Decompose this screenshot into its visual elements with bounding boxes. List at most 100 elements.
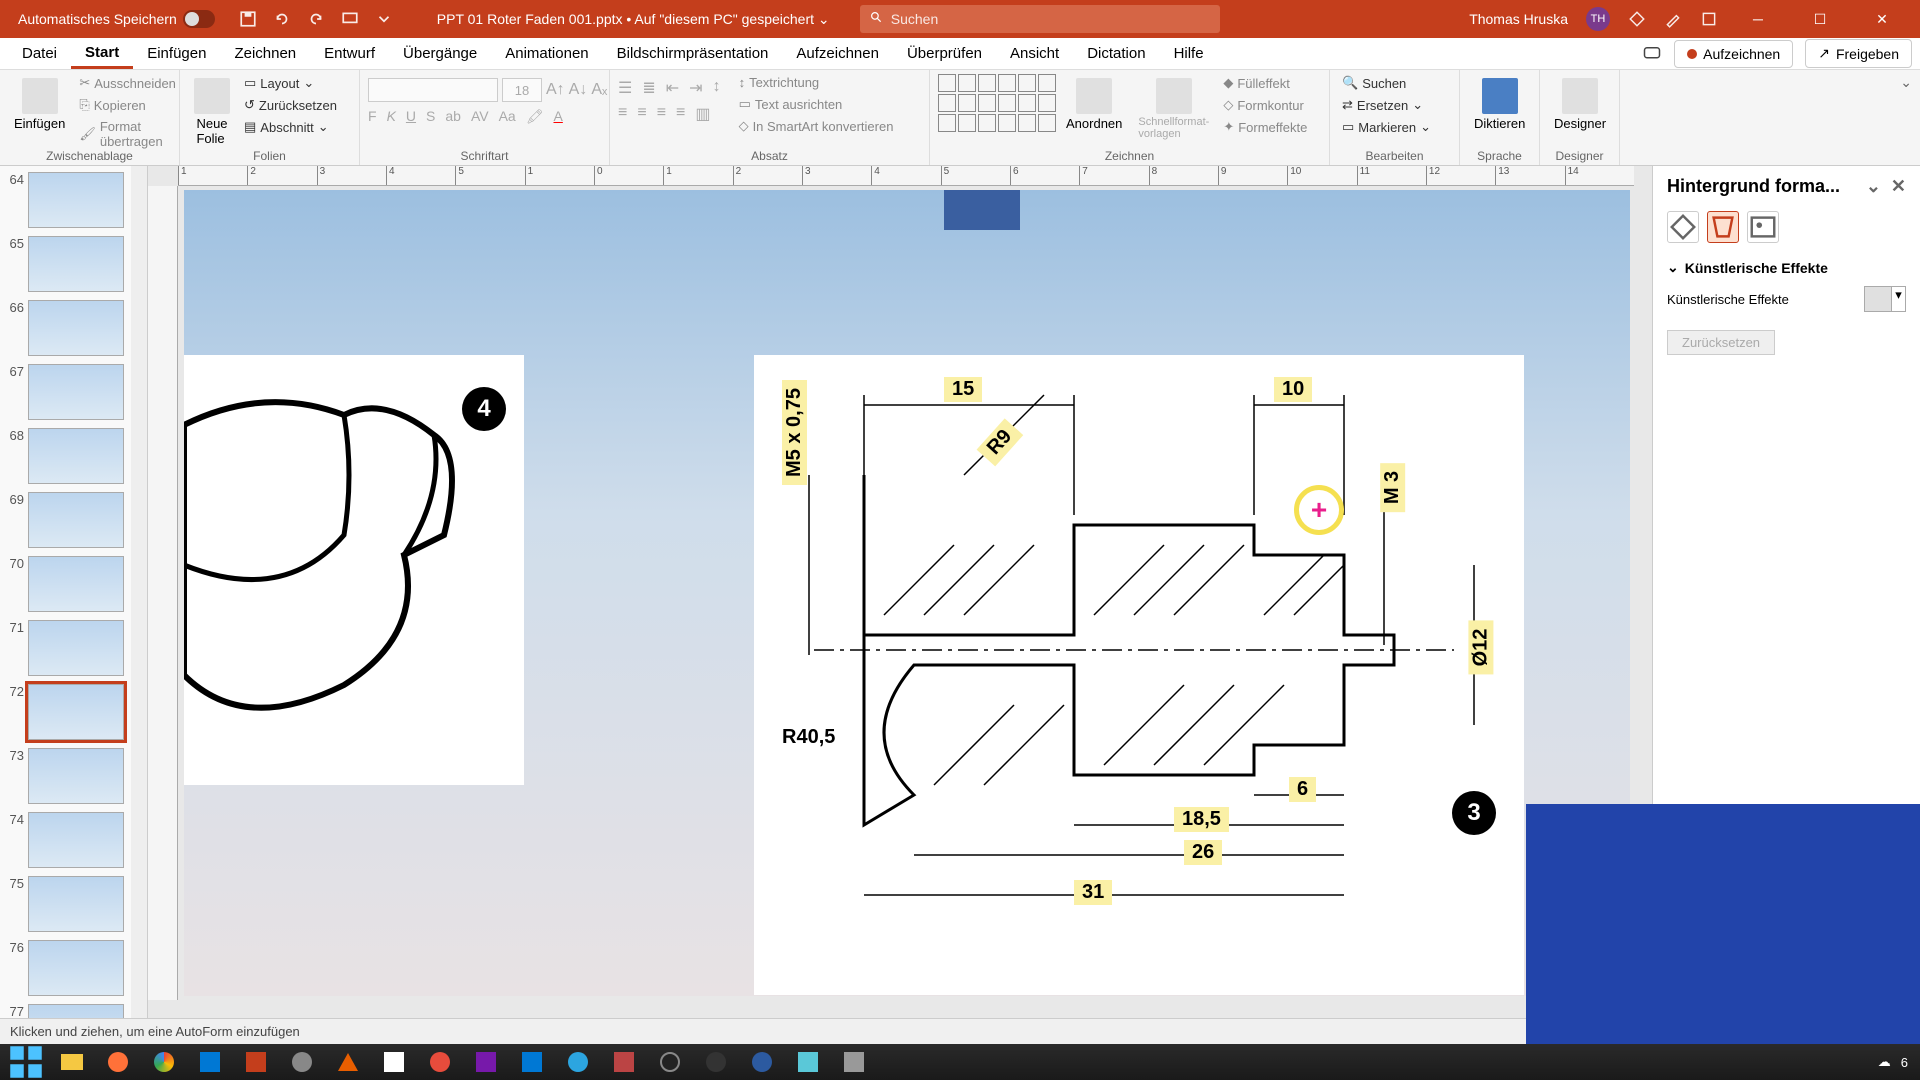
pane-options-icon[interactable]: ⌄ bbox=[1866, 176, 1881, 197]
vlc-icon[interactable] bbox=[326, 1044, 370, 1080]
app-icon-3[interactable] bbox=[418, 1044, 462, 1080]
replace-button[interactable]: ⇄Ersetzen ⌄ bbox=[1338, 96, 1435, 114]
paste-button[interactable]: Einfügen bbox=[8, 74, 71, 135]
aufzeichnen-button[interactable]: Aufzeichnen bbox=[1674, 40, 1793, 68]
slide-thumbnails-panel[interactable]: 6465666768697071727374757677 bbox=[0, 166, 148, 1018]
tab-uebergaenge[interactable]: Übergänge bbox=[389, 38, 491, 69]
slide-thumb-68[interactable] bbox=[28, 428, 124, 484]
dictate-button[interactable]: Diktieren bbox=[1468, 74, 1531, 135]
diamond-icon[interactable] bbox=[1628, 10, 1646, 28]
minimize-button[interactable]: ─ bbox=[1736, 11, 1780, 27]
save-icon[interactable] bbox=[239, 10, 257, 28]
app-icon-7[interactable] bbox=[786, 1044, 830, 1080]
fill-tab-icon[interactable] bbox=[1667, 211, 1699, 243]
slide-thumb-77[interactable] bbox=[28, 1004, 124, 1018]
section-button[interactable]: ▤Abschnitt ⌄ bbox=[240, 118, 341, 136]
effects-section-header[interactable]: ⌄Künstlerische Effekte bbox=[1667, 259, 1906, 276]
onenote-icon[interactable] bbox=[464, 1044, 508, 1080]
slide-thumb-73[interactable] bbox=[28, 748, 124, 804]
search-input[interactable] bbox=[891, 11, 1210, 27]
effects-tab-icon[interactable] bbox=[1707, 211, 1739, 243]
image-part-4[interactable]: 4 bbox=[184, 355, 524, 785]
app-icon-4[interactable] bbox=[602, 1044, 646, 1080]
maximize-button[interactable]: ☐ bbox=[1798, 11, 1842, 28]
tab-animationen[interactable]: Animationen bbox=[491, 38, 602, 69]
layout-button[interactable]: ▭Layout ⌄ bbox=[240, 74, 341, 92]
autosave-toggle[interactable]: Automatisches Speichern bbox=[8, 10, 225, 28]
slide-thumb-65[interactable] bbox=[28, 236, 124, 292]
temperature[interactable]: 6 bbox=[1901, 1055, 1908, 1070]
outlook-icon[interactable] bbox=[188, 1044, 232, 1080]
slide-thumb-69[interactable] bbox=[28, 492, 124, 548]
app-icon-6[interactable] bbox=[740, 1044, 784, 1080]
tab-entwurf[interactable]: Entwurf bbox=[310, 38, 389, 69]
slide-thumb-76[interactable] bbox=[28, 940, 124, 996]
slide-thumb-67[interactable] bbox=[28, 364, 124, 420]
designer-button[interactable]: Designer bbox=[1548, 74, 1612, 135]
find-button[interactable]: 🔍Suchen bbox=[1338, 74, 1435, 92]
thumbs-scrollbar[interactable] bbox=[131, 166, 147, 1018]
tab-start[interactable]: Start bbox=[71, 38, 133, 69]
picture-tab-icon[interactable] bbox=[1747, 211, 1779, 243]
chrome-icon[interactable] bbox=[142, 1044, 186, 1080]
arrange-button[interactable]: Anordnen bbox=[1060, 74, 1128, 135]
user-name[interactable]: Thomas Hruska bbox=[1469, 11, 1568, 27]
toggle-switch[interactable] bbox=[183, 10, 215, 28]
slide-thumb-70[interactable] bbox=[28, 556, 124, 612]
tab-bildschirm[interactable]: Bildschirmpräsentation bbox=[603, 38, 783, 69]
tab-dictation[interactable]: Dictation bbox=[1073, 38, 1159, 69]
telegram-icon[interactable] bbox=[556, 1044, 600, 1080]
close-button[interactable]: ✕ bbox=[1860, 11, 1904, 28]
redo-icon[interactable] bbox=[307, 10, 325, 28]
slide-thumb-71[interactable] bbox=[28, 620, 124, 676]
webcam-overlay bbox=[1526, 804, 1920, 1044]
increase-font-icon: A↑ bbox=[546, 81, 565, 99]
select-button[interactable]: ▭Markieren ⌄ bbox=[1338, 118, 1435, 136]
app-icon-1[interactable] bbox=[280, 1044, 324, 1080]
tab-hilfe[interactable]: Hilfe bbox=[1160, 38, 1218, 69]
app-icon-2[interactable] bbox=[372, 1044, 416, 1080]
slide-thumb-75[interactable] bbox=[28, 876, 124, 932]
tab-zeichnen[interactable]: Zeichnen bbox=[220, 38, 310, 69]
pane-close-icon[interactable]: ✕ bbox=[1891, 176, 1906, 197]
collapse-ribbon-icon[interactable]: ⌄ bbox=[1892, 70, 1920, 165]
powerpoint-icon[interactable] bbox=[234, 1044, 278, 1080]
more-icon[interactable] bbox=[375, 10, 393, 28]
undo-icon[interactable] bbox=[273, 10, 291, 28]
obs-icon[interactable] bbox=[648, 1044, 692, 1080]
shapes-gallery[interactable] bbox=[938, 74, 1056, 132]
pen-icon[interactable] bbox=[1664, 10, 1682, 28]
vscode-icon[interactable] bbox=[510, 1044, 554, 1080]
reset-icon: ↺ bbox=[244, 97, 255, 113]
slide-thumb-74[interactable] bbox=[28, 812, 124, 868]
slide-thumb-64[interactable] bbox=[28, 172, 124, 228]
user-avatar[interactable]: TH bbox=[1586, 7, 1610, 31]
slide-canvas[interactable]: 12345101234567891011121314 4 bbox=[148, 166, 1652, 1018]
reset-button[interactable]: ↺Zurücksetzen bbox=[240, 96, 341, 114]
start-button[interactable] bbox=[4, 1044, 48, 1080]
slide[interactable]: 4 bbox=[184, 190, 1630, 996]
tab-einfuegen[interactable]: Einfügen bbox=[133, 38, 220, 69]
effects-dropdown[interactable]: ▾ bbox=[1864, 286, 1906, 312]
search-box[interactable] bbox=[860, 5, 1220, 33]
app-icon-8[interactable] bbox=[832, 1044, 876, 1080]
present-icon[interactable] bbox=[341, 10, 359, 28]
tab-aufzeichnen[interactable]: Aufzeichnen bbox=[782, 38, 893, 69]
tab-ueberpruefen[interactable]: Überprüfen bbox=[893, 38, 996, 69]
quickstyles-button[interactable]: Schnellformat- vorlagen bbox=[1132, 74, 1215, 144]
blue-rectangle-shape[interactable] bbox=[944, 190, 1020, 230]
slide-thumb-72[interactable] bbox=[28, 684, 124, 740]
freigeben-button[interactable]: ↗Freigeben bbox=[1805, 39, 1912, 68]
tab-ansicht[interactable]: Ansicht bbox=[996, 38, 1073, 69]
comments-icon[interactable] bbox=[1642, 44, 1662, 64]
firefox-icon[interactable] bbox=[96, 1044, 140, 1080]
tab-datei[interactable]: Datei bbox=[8, 38, 71, 69]
weather-icon[interactable]: ☁ bbox=[1878, 1054, 1891, 1070]
app-icon-5[interactable] bbox=[694, 1044, 738, 1080]
explorer-icon[interactable] bbox=[50, 1044, 94, 1080]
new-slide-button[interactable]: Neue Folie bbox=[188, 74, 236, 150]
window-icon[interactable] bbox=[1700, 10, 1718, 28]
image-drawing-3[interactable]: 15 10 M5 x 0,75 R9 M 3 Ø12 R40,5 6 18,5 … bbox=[754, 355, 1524, 995]
document-title[interactable]: PPT 01 Roter Faden 001.pptx • Auf "diese… bbox=[407, 11, 860, 28]
slide-thumb-66[interactable] bbox=[28, 300, 124, 356]
